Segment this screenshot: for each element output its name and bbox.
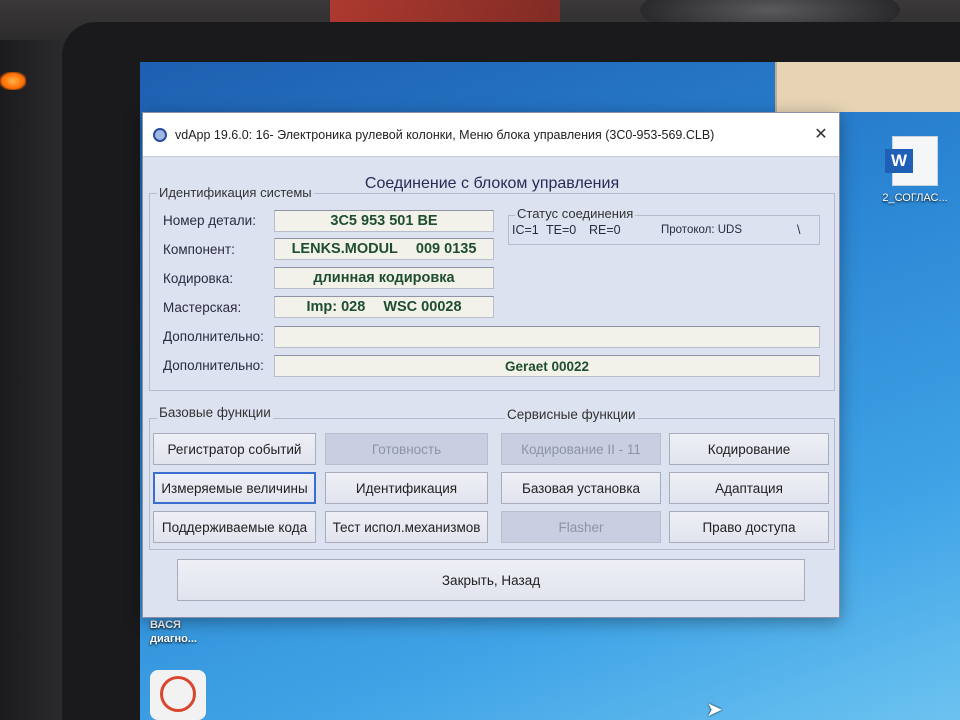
identification-legend: Идентификация системы [157,185,314,200]
desktop-icon-word-document[interactable]: W 2_СОГЛАС... [880,136,950,204]
workshop-wsc-value: WSC 00028 [383,299,462,315]
extra-label-2: Дополнительно: [163,358,264,373]
status-ic: IC=1 [512,223,539,237]
component-name-value: LENKS.MODUL [291,241,398,257]
supported-codes-button[interactable]: Поддерживаемые кода [153,511,316,543]
measured-values-button[interactable]: Измеряемые величины [153,472,316,504]
actuator-test-button[interactable]: Тест испол.механизмов [325,511,488,543]
close-back-button[interactable]: Закрыть, Назад [177,559,805,601]
coding-ii-button[interactable]: Кодирование II - 11 [501,433,661,465]
basic-functions-label: Базовые функции [157,405,273,420]
connection-status-legend: Статус соединения [515,206,636,221]
diagnostic-app-icon [150,670,206,720]
coding-value: длинная кодировка [313,270,455,286]
window-title: vdApp 19.6.0: 16- Электроника рулевой ко… [175,127,715,142]
component-label: Компонент: [163,242,235,257]
flasher-button[interactable]: Flasher [501,511,661,543]
readiness-button[interactable]: Готовность [325,433,488,465]
workshop-imp-value: Imp: 028 [306,299,366,315]
coding-label: Кодировка: [163,271,234,286]
part-number-value: 3C5 953 501 BE [330,213,438,229]
coding-field: длинная кодировка [274,267,494,289]
app-icon [153,127,167,142]
workshop-label: Мастерская: [163,300,242,315]
basic-setting-button[interactable]: Базовая установка [501,472,661,504]
mouse-cursor-icon: ➤ [706,699,723,720]
status-protocol: Протокол: UDS [661,224,743,236]
adaptation-button[interactable]: Адаптация [669,472,829,504]
status-te: TE=0 [546,223,577,237]
extra-field-1 [274,326,820,348]
status-activity: \ [797,223,801,237]
service-functions-label: Сервисные функции [505,407,638,422]
vdapp-dialog: vdApp 19.6.0: 16- Электроника рулевой ко… [142,112,840,618]
dashboard-left [0,40,70,720]
desktop-icon-diagnostic-app[interactable]: ВАСЯ диагно... [150,618,212,720]
title-bar[interactable]: vdApp 19.6.0: 16- Электроника рулевой ко… [143,113,839,157]
word-logo-icon: W [885,149,913,173]
status-re: RE=0 [589,223,621,237]
close-icon[interactable]: ✕ [811,126,831,144]
word-document-icon: W [885,136,938,186]
indicator-light [0,72,26,90]
part-number-label: Номер детали: [163,213,256,228]
event-recorder-button[interactable]: Регистратор событий [153,433,316,465]
coding-button[interactable]: Кодирование [669,433,829,465]
component-version-value: 009 0135 [415,241,477,257]
extra-field-2: Geraet 00022 [274,355,820,377]
extra-label-1: Дополнительно: [163,329,264,344]
access-rights-button[interactable]: Право доступа [669,511,829,543]
bezel-sticker [775,62,960,112]
red-trim [330,0,560,22]
extra-value-2: Geraet 00022 [504,358,590,374]
desktop-icon-label: 2_СОГЛАС... [882,192,948,204]
identification-button[interactable]: Идентификация [325,472,488,504]
part-number-field: 3C5 953 501 BE [274,210,494,232]
component-field: LENKS.MODUL 009 0135 [274,238,494,260]
desktop-icon-label: ВАСЯ диагно... [150,619,197,645]
workshop-field: Imp: 028 WSC 00028 [274,296,494,318]
